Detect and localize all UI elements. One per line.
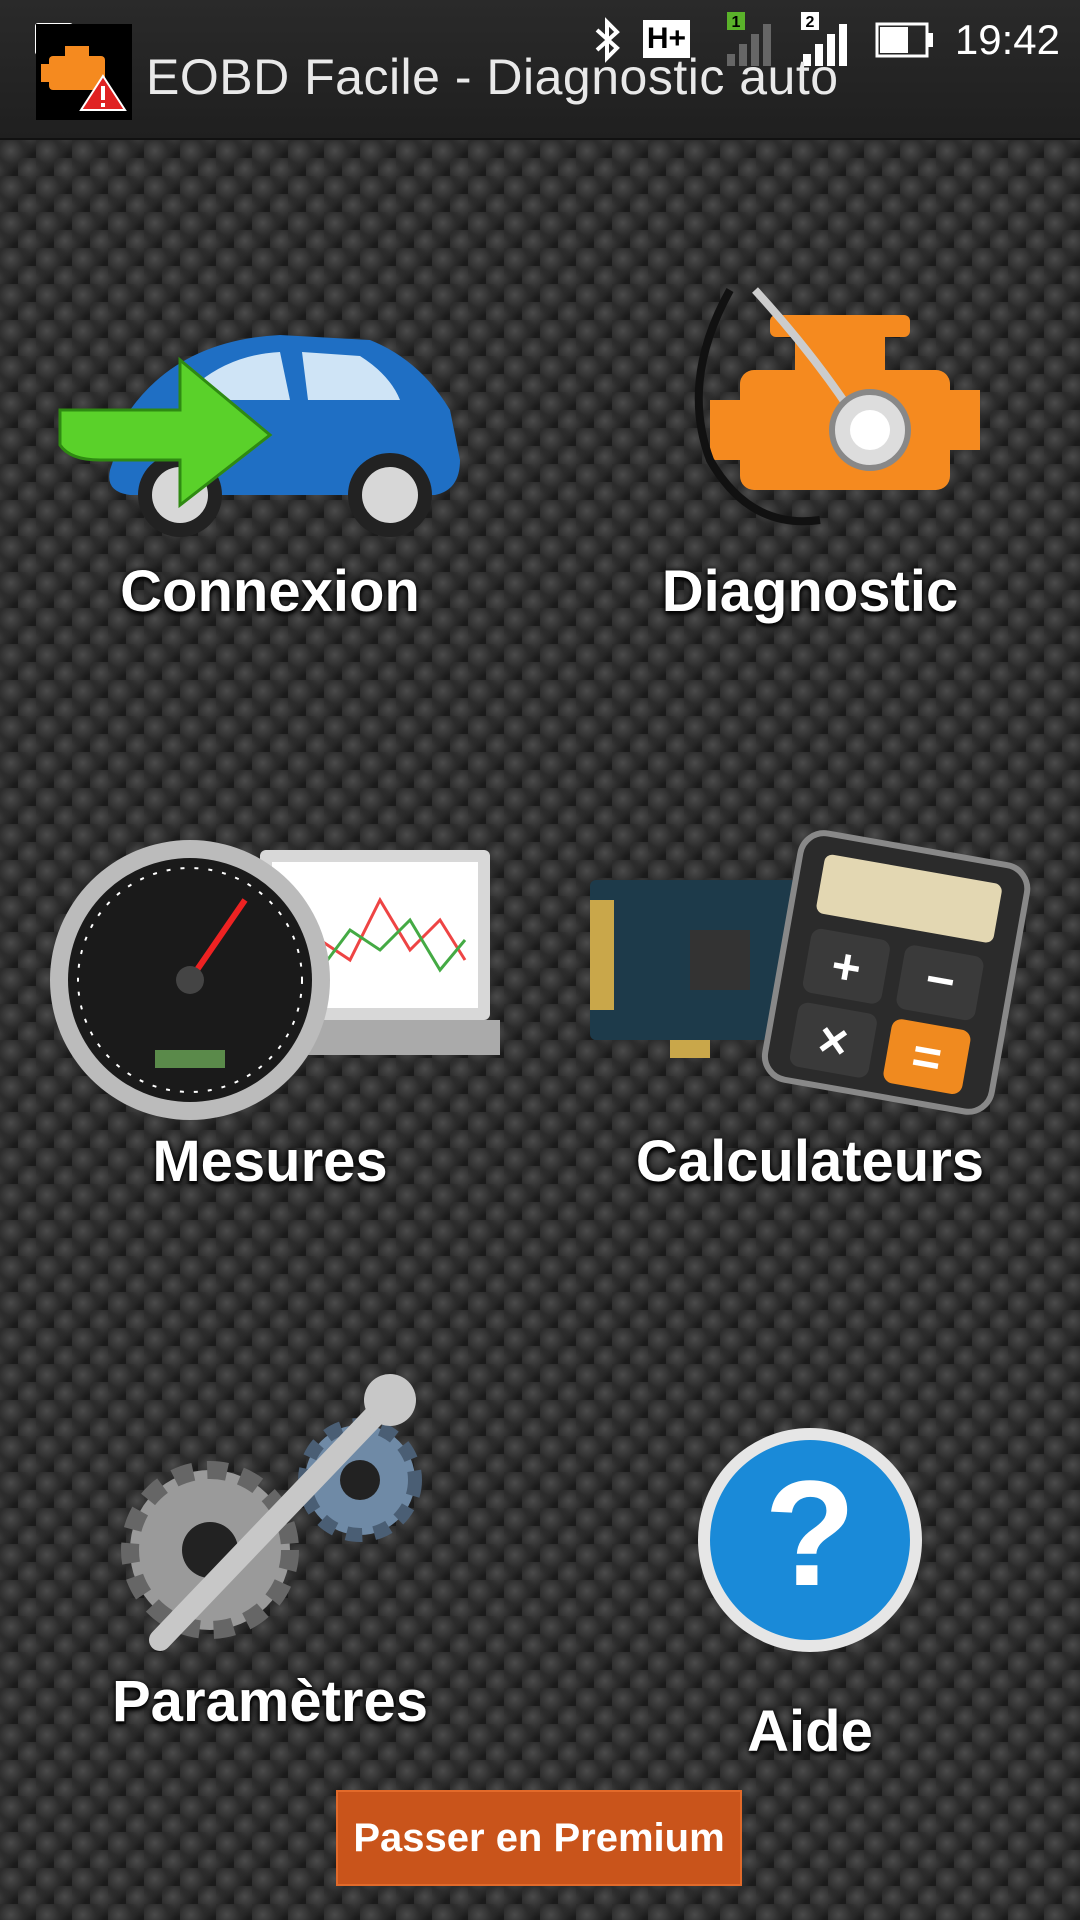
menu-connexion[interactable]: Connexion (0, 260, 540, 820)
car-connect-icon (58, 335, 460, 537)
sim2-label: 2 (805, 14, 814, 31)
menu-parametres-label: Paramètres (112, 1669, 428, 1734)
menu-mesures[interactable]: Mesures (0, 830, 540, 1390)
menu-diagnostic-label: Diagnostic (661, 559, 959, 624)
menu-mesures-label: Mesures (152, 1129, 388, 1194)
ecu-calculator-icon: + − × = (590, 830, 1031, 1115)
clock: 19:42 (954, 16, 1060, 63)
speedometer-laptop-icon (50, 840, 500, 1120)
help-icon: ? (698, 1428, 922, 1652)
menu-calculateurs[interactable]: + − × = Calculateurs (540, 830, 1080, 1390)
engine-warning-logo-icon (41, 46, 127, 111)
app-title: EOBD Facile - Diagnostic auto (146, 49, 839, 105)
gears-wrench-icon (121, 1374, 422, 1651)
menu-diagnostic[interactable]: Diagnostic (540, 260, 1080, 820)
svg-text:?: ? (764, 1449, 856, 1617)
menu-calculateurs-label: Calculateurs (635, 1129, 985, 1194)
sim1-label: 1 (731, 14, 740, 31)
menu-connexion-label: Connexion (120, 559, 420, 624)
battery-icon (875, 22, 933, 58)
menu-aide-label: Aide (747, 1699, 873, 1764)
engine-stethoscope-icon (694, 287, 980, 526)
premium-button[interactable]: Passer en Premium (336, 1790, 742, 1886)
app-logo (36, 24, 132, 120)
app-bar: H+ 1 2 19:42 EOBD Facile - Diagnostic au… (0, 0, 1080, 140)
